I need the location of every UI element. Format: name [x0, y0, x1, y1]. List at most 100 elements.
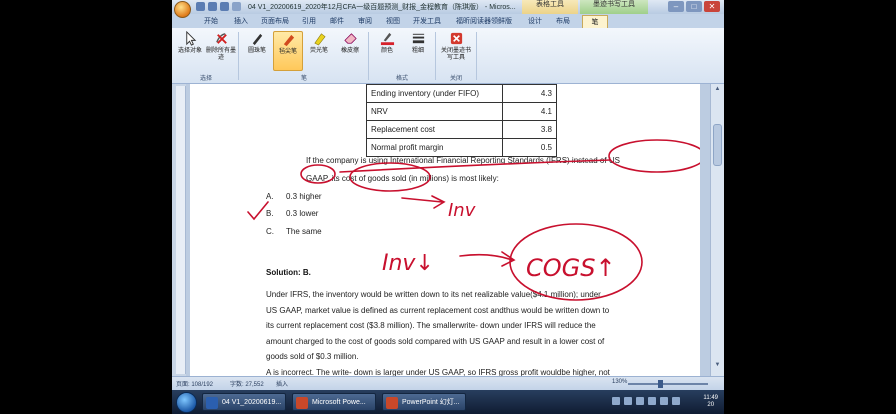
- group-separator: [435, 32, 436, 80]
- thickness-button[interactable]: 粗细: [403, 31, 433, 71]
- undo-icon[interactable]: [208, 2, 217, 11]
- title-bar: 04 V1_20200619_2020年12月CFA一级百题预测_财报_金程教育…: [172, 0, 724, 14]
- cursor-icon: [185, 31, 196, 46]
- table-row: Ending inventory (under FIFO) 4.3: [366, 84, 557, 103]
- status-bar: 页面: 108/192 字数: 27,552 插入 130%: [172, 376, 724, 390]
- powerpoint-icon: [386, 397, 398, 409]
- ink-text-inv: Inv: [448, 200, 476, 221]
- volume-icon[interactable]: [660, 397, 668, 405]
- table-cell-value: 3.8: [502, 120, 557, 139]
- status-zoom[interactable]: 130%: [612, 379, 627, 385]
- tab-layout[interactable]: 布局: [550, 15, 576, 28]
- close-ink-tools-button[interactable]: 关闭墨迹书写工具: [439, 31, 473, 71]
- zoom-slider-handle[interactable]: [658, 380, 663, 388]
- solution-line: A is incorrect. The write- down is large…: [266, 367, 610, 377]
- eraser-button[interactable]: 橡皮擦: [335, 31, 365, 71]
- solution-line: its current replacement cost ($3.8 milli…: [266, 321, 596, 330]
- question-line-2: GAAP, its cost of goods sold (in million…: [306, 174, 499, 183]
- solution-line: US GAAP, market value is defined as curr…: [266, 305, 610, 315]
- option-b-letter: B.: [266, 209, 274, 218]
- tab-mailings[interactable]: 邮件: [324, 15, 350, 28]
- maximize-button[interactable]: □: [686, 1, 702, 12]
- scroll-thumb[interactable]: [713, 124, 722, 166]
- status-page[interactable]: 页面: 108/192: [176, 379, 213, 388]
- table-cell-value: 0.5: [502, 138, 557, 157]
- question-line-1: If the company is using International Fi…: [306, 156, 620, 165]
- taskbar: 04 V1_20200619... Microsoft Powe... Powe…: [172, 390, 724, 414]
- word-window: 04 V1_20200619_2020年12月CFA一级百题预测_财报_金程教育…: [172, 0, 724, 414]
- powerpoint-icon: [296, 397, 308, 409]
- ink-arrow-to-cogs: [459, 251, 516, 267]
- start-button[interactable]: [176, 392, 197, 413]
- table-cell-label: Ending inventory (under FIFO): [366, 84, 503, 103]
- solution-paragraph: Under IFRS, the inventory would be writt…: [266, 287, 662, 376]
- ballpoint-pen-icon: [252, 33, 262, 46]
- table-cell-label: Normal profit margin: [366, 138, 503, 157]
- select-object-button[interactable]: 选择对象: [175, 31, 205, 71]
- context-tab-table-tools: 表格工具: [522, 0, 578, 14]
- option-a-letter: A.: [266, 192, 274, 201]
- word-icon: [206, 397, 218, 409]
- inventory-table: Ending inventory (under FIFO) 4.3 NRV 4.…: [366, 84, 557, 157]
- scroll-down-arrow-icon[interactable]: ▼: [713, 362, 722, 371]
- table-row: Replacement cost 3.8: [366, 120, 557, 139]
- delete-ink-icon: [215, 33, 227, 44]
- tab-developer[interactable]: 开发工具: [408, 15, 446, 28]
- option-c-letter: C.: [266, 227, 274, 236]
- vertical-scrollbar[interactable]: ▲ ▼: [710, 84, 724, 376]
- taskbar-item-powerpoint-slideshow[interactable]: PowerPoint 幻灯...: [382, 393, 466, 411]
- status-insert-mode[interactable]: 插入: [276, 379, 288, 388]
- redo-icon[interactable]: [220, 2, 229, 11]
- table-cell-value: 4.1: [502, 102, 557, 121]
- close-ink-icon: [450, 32, 462, 45]
- tab-insert[interactable]: 插入: [228, 15, 254, 28]
- solution-line: goods sold of $0.3 million.: [266, 352, 359, 361]
- solution-line: Under IFRS, the inventory would be writt…: [266, 290, 601, 299]
- felt-tip-pen-button[interactable]: 毡尖笔: [273, 31, 303, 71]
- tab-foxit-reader[interactable]: 福昕阅读器领鲜版: [448, 15, 520, 28]
- tab-references[interactable]: 引用: [296, 15, 322, 28]
- tray-icon[interactable]: [672, 397, 680, 405]
- option-a-text: 0.3 higher: [286, 192, 322, 201]
- color-icon: [380, 32, 394, 46]
- tab-pen[interactable]: 笔: [582, 15, 608, 28]
- tab-home[interactable]: 开始: [198, 15, 224, 28]
- tray-icon[interactable]: [612, 397, 620, 405]
- quick-access-toolbar: [196, 2, 241, 11]
- customize-qat-icon[interactable]: [232, 2, 241, 11]
- delete-all-ink-button[interactable]: 删除所有墨迹: [206, 31, 236, 71]
- group-label-format: 格式: [395, 76, 408, 82]
- tab-view[interactable]: 视图: [380, 15, 406, 28]
- document-page[interactable]: Ending inventory (under FIFO) 4.3 NRV 4.…: [190, 84, 700, 376]
- group-label-pen: 笔: [300, 76, 307, 82]
- close-button[interactable]: ✕: [704, 1, 720, 12]
- taskbar-item-word[interactable]: 04 V1_20200619...: [202, 393, 286, 411]
- highlighter-icon: [313, 33, 326, 46]
- ink-arrow-to-inv: [401, 195, 446, 209]
- save-icon[interactable]: [196, 2, 205, 11]
- option-c-text: The same: [286, 227, 322, 236]
- minimize-button[interactable]: –: [668, 1, 684, 12]
- ink-circle-us-gaap: [608, 139, 700, 173]
- tab-design[interactable]: 设计: [522, 15, 548, 28]
- pen-color-button[interactable]: 颜色: [372, 31, 402, 71]
- solution-line: amount charged to the cost of goods sold…: [266, 336, 605, 346]
- ballpoint-pen-button[interactable]: 圆珠笔: [242, 31, 272, 71]
- clock[interactable]: 11:49 20: [703, 395, 718, 409]
- office-button[interactable]: [174, 1, 191, 18]
- felt-tip-pen-icon: [283, 34, 294, 47]
- taskbar-item-powerpoint[interactable]: Microsoft Powe...: [292, 393, 376, 411]
- highlighter-button[interactable]: 荧光笔: [304, 31, 334, 71]
- network-icon[interactable]: [648, 397, 656, 405]
- tray-icon[interactable]: [636, 397, 644, 405]
- window-controls: – □ ✕: [668, 1, 720, 12]
- scroll-up-arrow-icon[interactable]: ▲: [713, 86, 722, 95]
- table-cell-value: 4.3: [502, 84, 557, 103]
- tray-icon[interactable]: [624, 397, 632, 405]
- table-cell-label: NRV: [366, 102, 503, 121]
- zoom-slider[interactable]: [628, 380, 708, 388]
- vertical-ruler: [176, 86, 186, 374]
- status-word-count[interactable]: 字数: 27,552: [230, 379, 264, 388]
- tab-page-layout[interactable]: 页面布局: [256, 15, 294, 28]
- tab-review[interactable]: 审阅: [352, 15, 378, 28]
